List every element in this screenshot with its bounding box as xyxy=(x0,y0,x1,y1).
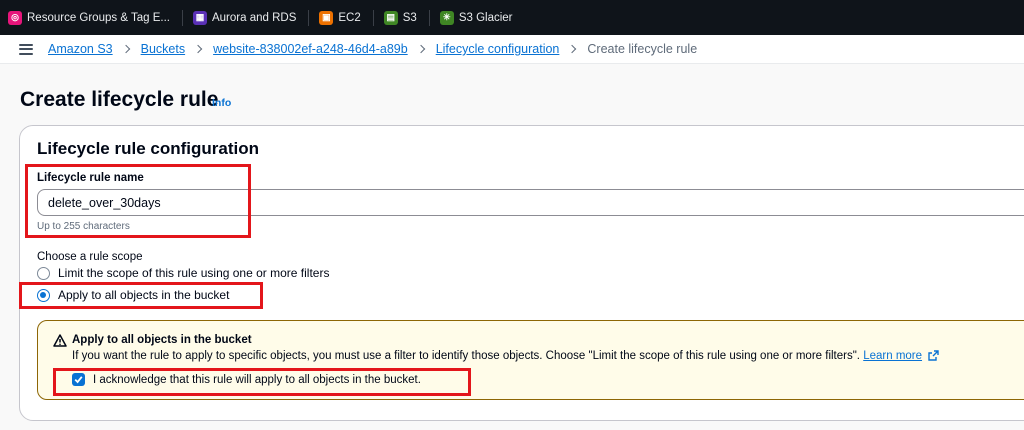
alert-title: Apply to all objects in the bucket xyxy=(72,334,252,346)
chevron-right-icon xyxy=(121,44,130,54)
breadcrumb-bucket[interactable]: website-838002ef-a248-46d4-a89b xyxy=(213,42,408,56)
alert-body: If you want the rule to apply to specifi… xyxy=(72,350,939,362)
highlight-box xyxy=(53,368,471,396)
favorite-aurora-rds[interactable]: ▦ Aurora and RDS xyxy=(192,10,297,25)
info-link[interactable]: Info xyxy=(212,97,231,109)
resource-groups-icon: ◎ xyxy=(8,10,22,25)
highlight-box xyxy=(25,164,251,238)
breadcrumb-current: Create lifecycle rule xyxy=(587,42,698,56)
favorite-s3-glacier[interactable]: ✳ S3 Glacier xyxy=(439,10,513,25)
divider xyxy=(181,9,183,26)
favorite-ec2[interactable]: ▣ EC2 xyxy=(319,10,361,25)
warning-icon xyxy=(53,334,67,347)
favorite-label: Resource Groups & Tag E... xyxy=(27,11,170,24)
favorite-label: S3 Glacier xyxy=(458,11,513,24)
learn-more-link[interactable]: Learn more xyxy=(863,350,922,362)
divider xyxy=(428,9,430,26)
favorites-bar: ◎ Resource Groups & Tag E... ▦ Aurora an… xyxy=(0,0,1024,35)
rule-scope-label: Choose a rule scope xyxy=(37,251,143,263)
s3-icon: ▤ xyxy=(383,10,398,25)
favorite-label: EC2 xyxy=(338,11,361,24)
external-link-icon xyxy=(928,350,939,361)
radio-button[interactable] xyxy=(37,266,50,280)
scope-option-filters[interactable]: Limit the scope of this rule using one o… xyxy=(37,266,329,280)
s3-glacier-icon: ✳ xyxy=(439,10,454,25)
highlight-box xyxy=(19,282,263,309)
menu-icon[interactable] xyxy=(19,43,33,55)
favorite-label: Aurora and RDS xyxy=(211,11,297,24)
chevron-right-icon xyxy=(568,44,577,54)
page-title: Create lifecycle rule xyxy=(20,88,219,111)
breadcrumb-amazon-s3[interactable]: Amazon S3 xyxy=(48,42,113,56)
ec2-icon: ▣ xyxy=(319,10,334,25)
divider xyxy=(372,9,374,26)
section-title: Lifecycle rule configuration xyxy=(37,139,259,158)
breadcrumb-lifecycle-configuration[interactable]: Lifecycle configuration xyxy=(436,42,560,56)
favorite-label: S3 xyxy=(402,11,417,24)
divider xyxy=(308,9,310,26)
breadcrumb-buckets[interactable]: Buckets xyxy=(141,42,185,56)
rds-icon: ▦ xyxy=(192,10,207,25)
favorite-resource-groups[interactable]: ◎ Resource Groups & Tag E... xyxy=(8,10,170,25)
alert-body-text: If you want the rule to apply to specifi… xyxy=(72,350,861,362)
breadcrumb: Amazon S3 Buckets website-838002ef-a248-… xyxy=(0,35,1024,64)
scope-option-label: Limit the scope of this rule using one o… xyxy=(58,266,330,280)
chevron-right-icon xyxy=(193,44,203,54)
favorite-s3[interactable]: ▤ S3 xyxy=(383,10,417,25)
chevron-right-icon xyxy=(416,44,425,54)
